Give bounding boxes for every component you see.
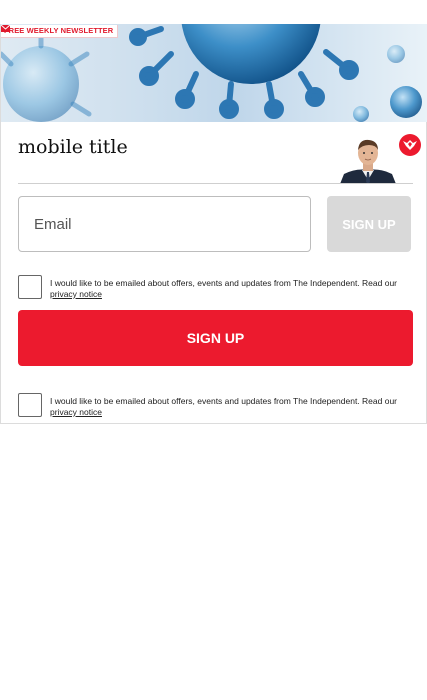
consent-label-1: I would like to be emailed about offers,…	[50, 278, 397, 288]
consent-text-2: I would like to be emailed about offers,…	[50, 396, 410, 418]
signup-button[interactable]: SIGN UP	[18, 310, 413, 366]
consent-row-1: I would like to be emailed about offers,…	[18, 275, 413, 301]
consent-row-2: I would like to be emailed about offers,…	[18, 393, 413, 419]
author-avatar	[338, 136, 398, 184]
newsletter-badge-label: FREE WEEKLY NEWSLETTER	[4, 26, 114, 35]
independent-eagle-logo	[399, 134, 421, 156]
signup-button-disabled[interactable]: SIGN UP	[327, 196, 411, 252]
newsletter-title: mobile title	[18, 136, 128, 158]
consent-label-2: I would like to be emailed about offers,…	[50, 396, 397, 406]
consent-text-1: I would like to be emailed about offers,…	[50, 278, 410, 300]
consent-checkbox-1[interactable]	[18, 275, 42, 299]
consent-checkbox-2[interactable]	[18, 393, 42, 417]
email-input[interactable]	[18, 196, 311, 252]
privacy-notice-link-1[interactable]: privacy notice	[50, 289, 102, 299]
newsletter-badge: FREE WEEKLY NEWSLETTER	[1, 25, 119, 38]
title-divider	[18, 183, 413, 184]
virus-illustration	[1, 24, 422, 122]
banner-image: FREE WEEKLY NEWSLETTER	[1, 24, 427, 122]
privacy-notice-link-2[interactable]: privacy notice	[50, 407, 102, 417]
newsletter-widget: FREE WEEKLY NEWSLETTER mobile title Emai…	[0, 24, 427, 424]
mail-icon	[1, 25, 10, 32]
